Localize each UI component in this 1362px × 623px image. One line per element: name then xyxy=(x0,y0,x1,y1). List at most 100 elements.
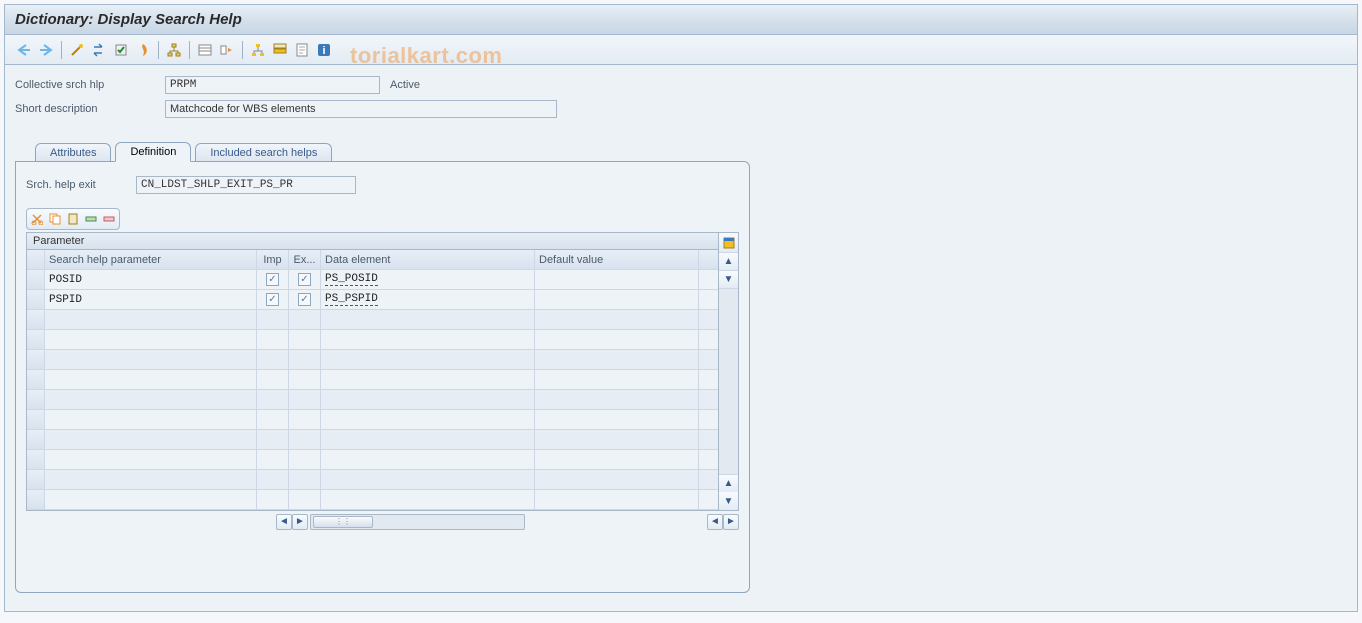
flame-icon xyxy=(136,43,150,57)
doc-button[interactable] xyxy=(291,39,313,61)
vertical-scrollbar[interactable]: ▲ ▼ ▲ ▼ xyxy=(718,233,738,510)
insert-row-button[interactable] xyxy=(82,210,100,228)
srch-exit-label: Srch. help exit xyxy=(26,179,136,191)
collective-srch-label: Collective srch hlp xyxy=(15,79,165,91)
header-form: Collective srch hlp PRPM Active Short de… xyxy=(5,65,1357,127)
tree-icon xyxy=(167,43,181,57)
hscroll-track[interactable]: ⋮⋮ xyxy=(310,514,525,530)
scroll-right-button[interactable]: ► xyxy=(723,514,739,530)
app-toolbar: i xyxy=(5,35,1357,65)
paste-icon xyxy=(67,213,79,225)
collective-srch-input[interactable]: PRPM xyxy=(165,76,380,94)
cell-exp[interactable]: ✓ xyxy=(289,270,321,289)
cell-parameter[interactable]: PSPID xyxy=(45,290,257,309)
cell-default[interactable] xyxy=(535,290,699,309)
cell-default[interactable] xyxy=(535,270,699,289)
check-icon: ✓ xyxy=(266,293,279,306)
copy-icon xyxy=(49,213,61,225)
scroll-up-button[interactable]: ▲ xyxy=(719,253,738,271)
scroll-down-button[interactable]: ▼ xyxy=(719,492,738,510)
row-selector[interactable] xyxy=(27,290,45,309)
scroll-left-page-button[interactable]: ◄ xyxy=(707,514,723,530)
cell-data-element[interactable]: PS_PSPID xyxy=(321,290,535,309)
scroll-track[interactable] xyxy=(719,289,738,474)
insert-row-icon xyxy=(85,213,97,225)
table-row[interactable] xyxy=(27,370,718,390)
col-default[interactable]: Default value xyxy=(535,250,699,269)
col-parameter[interactable]: Search help parameter xyxy=(45,250,257,269)
info-icon: i xyxy=(317,43,331,57)
svg-text:i: i xyxy=(322,45,325,57)
cell-data-element[interactable]: PS_POSID xyxy=(321,270,535,289)
scroll-up-page-button[interactable]: ▲ xyxy=(719,474,738,492)
scroll-down-step-button[interactable]: ▼ xyxy=(719,271,738,289)
display-list-button[interactable] xyxy=(194,39,216,61)
check-icon xyxy=(114,43,128,57)
arrow-left-icon xyxy=(17,44,31,56)
check-icon: ✓ xyxy=(266,273,279,286)
display-change-button[interactable] xyxy=(66,39,88,61)
append-button[interactable] xyxy=(269,39,291,61)
delete-row-button[interactable] xyxy=(100,210,118,228)
activate-button[interactable] xyxy=(132,39,154,61)
table-row[interactable] xyxy=(27,410,718,430)
nav-button[interactable] xyxy=(216,39,238,61)
short-desc-label: Short description xyxy=(15,103,165,115)
cell-imp[interactable]: ✓ xyxy=(257,270,289,289)
help-button[interactable]: i xyxy=(313,39,335,61)
table-config-icon xyxy=(722,236,736,250)
list-icon xyxy=(198,43,212,57)
table-row[interactable] xyxy=(27,350,718,370)
hscroll-thumb[interactable]: ⋮⋮ xyxy=(313,516,373,528)
table-row[interactable] xyxy=(27,430,718,450)
tab-strip: Attributes Definition Included search he… xyxy=(15,141,1347,161)
cell-parameter[interactable]: POSID xyxy=(45,270,257,289)
scroll-left-button[interactable]: ◄ xyxy=(276,514,292,530)
table-settings-button[interactable] xyxy=(719,233,738,253)
cut-icon xyxy=(31,213,43,225)
table-row[interactable] xyxy=(27,470,718,490)
grid-header-row: Search help parameter Imp Ex... Data ele… xyxy=(27,250,718,270)
parameter-grid: Parameter Search help parameter Imp Ex..… xyxy=(26,232,739,511)
page-title: Dictionary: Display Search Help xyxy=(5,5,1357,35)
forward-button[interactable] xyxy=(35,39,57,61)
scroll-right-step-button[interactable]: ► xyxy=(292,514,308,530)
horizontal-scrollbar[interactable]: ◄ ► ⋮⋮ ◄ ► xyxy=(26,513,739,530)
table-row[interactable] xyxy=(27,310,718,330)
short-desc-input[interactable]: Matchcode for WBS elements xyxy=(165,100,557,118)
delete-row-icon xyxy=(103,213,115,225)
grid-toolbar xyxy=(26,208,120,230)
cut-button[interactable] xyxy=(28,210,46,228)
doc-icon xyxy=(295,43,309,57)
copy-button[interactable] xyxy=(46,210,64,228)
table-row[interactable]: PSPID ✓ ✓ PS_PSPID xyxy=(27,290,718,310)
col-data-element[interactable]: Data element xyxy=(321,250,535,269)
table-row[interactable] xyxy=(27,330,718,350)
check-button[interactable] xyxy=(110,39,132,61)
tab-included[interactable]: Included search helps xyxy=(195,143,332,162)
where-used-button[interactable] xyxy=(163,39,185,61)
cell-imp[interactable]: ✓ xyxy=(257,290,289,309)
table-row[interactable]: POSID ✓ ✓ PS_POSID xyxy=(27,270,718,290)
nav-icon xyxy=(220,43,234,57)
table-row[interactable] xyxy=(27,450,718,470)
row-select-header[interactable] xyxy=(27,250,45,269)
table-row[interactable] xyxy=(27,490,718,510)
append-icon xyxy=(273,43,287,57)
col-exp[interactable]: Ex... xyxy=(289,250,321,269)
table-row[interactable] xyxy=(27,390,718,410)
hierarchy-icon xyxy=(251,43,265,57)
hierarchy-button[interactable] xyxy=(247,39,269,61)
srch-exit-input[interactable]: CN_LDST_SHLP_EXIT_PS_PR xyxy=(136,176,356,194)
col-imp[interactable]: Imp xyxy=(257,250,289,269)
row-selector[interactable] xyxy=(27,270,45,289)
status-text: Active xyxy=(390,79,430,91)
check-icon: ✓ xyxy=(298,293,311,306)
cell-exp[interactable]: ✓ xyxy=(289,290,321,309)
wand-icon xyxy=(70,43,84,57)
tab-definition[interactable]: Definition xyxy=(115,142,191,162)
other-object-button[interactable] xyxy=(88,39,110,61)
tab-attributes[interactable]: Attributes xyxy=(35,143,111,162)
paste-button[interactable] xyxy=(64,210,82,228)
back-button[interactable] xyxy=(13,39,35,61)
